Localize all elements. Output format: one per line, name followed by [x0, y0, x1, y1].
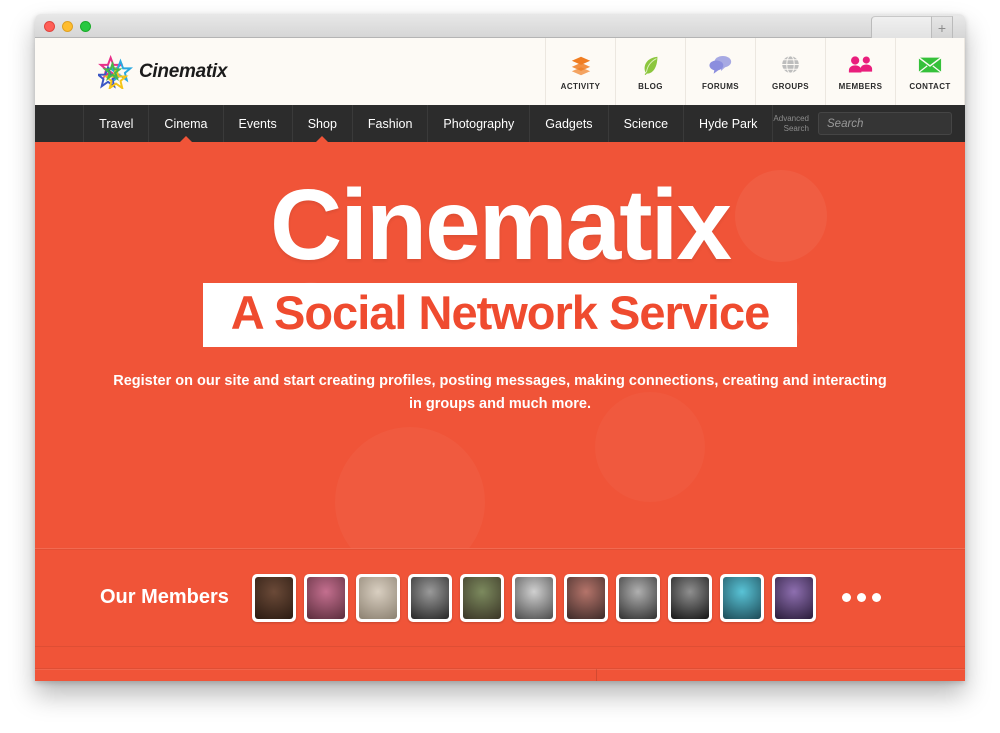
search-input[interactable] [819, 117, 965, 130]
nav-left-spacer [35, 105, 85, 142]
close-button[interactable] [44, 21, 55, 32]
new-tab-button[interactable]: + [931, 16, 953, 38]
bokeh-circle [335, 427, 485, 548]
globe-icon [780, 53, 801, 77]
avatar-image-2 [306, 576, 345, 619]
nav-item-gadgets[interactable]: Gadgets [530, 105, 609, 142]
nav-item-shop[interactable]: Shop [293, 105, 353, 142]
people-icon [848, 53, 873, 77]
header-nav-label: BLOG [638, 81, 663, 91]
nav-item-hyde-park[interactable]: Hyde Park [684, 105, 774, 142]
advanced-search-line1: Advanced [773, 113, 809, 123]
nav-search-area: Advanced Search [773, 105, 965, 142]
avatar-image-10 [722, 576, 761, 619]
header-nav-label: CONTACT [909, 81, 951, 91]
avatar-image-3 [358, 576, 397, 619]
header-nav-forums[interactable]: FORUMS [685, 38, 755, 105]
header-nav-activity[interactable]: ACTIVITY [545, 38, 615, 105]
header-nav-label: GROUPS [771, 81, 810, 91]
member-avatar[interactable] [303, 573, 348, 622]
header-nav-contact[interactable]: CONTACT [895, 38, 965, 105]
hero-slider: Cinematix A Social Network Service Regis… [35, 142, 965, 548]
member-avatar[interactable] [251, 573, 296, 622]
nav-item-fashion[interactable]: Fashion [353, 105, 429, 142]
hero-subtitle-band: A Social Network Service [202, 283, 798, 347]
header-nav-members[interactable]: MEMBERS [825, 38, 895, 105]
hero-subtitle: A Social Network Service [230, 286, 771, 339]
member-avatar[interactable] [719, 573, 764, 622]
main-navigation: Travel Cinema Events Shop Fashion Photog… [35, 105, 965, 142]
search-box [818, 112, 965, 135]
avatar-image-5 [462, 576, 501, 619]
leaf-icon [640, 53, 662, 77]
browser-window: + Cinematix ACTIVITY BLOG FORUMS GROUPS … [35, 14, 965, 681]
tab-strip: + [871, 16, 965, 38]
header-nav-label: MEMBERS [838, 81, 883, 91]
browser-tab[interactable] [871, 16, 931, 38]
advanced-search-line2: Search [783, 123, 809, 133]
member-avatar[interactable] [771, 573, 816, 622]
header-nav-label: FORUMS [701, 81, 740, 91]
header-nav-groups[interactable]: GROUPS [755, 38, 825, 105]
avatar-image-1 [254, 576, 293, 619]
header-nav-label: ACTIVITY [560, 81, 601, 91]
member-avatar[interactable] [407, 573, 452, 622]
tabstrip-edge [953, 16, 965, 38]
members-section: Our Members [35, 548, 965, 646]
window-controls [44, 21, 91, 32]
member-avatar[interactable] [459, 573, 504, 622]
member-avatar[interactable] [615, 573, 660, 622]
page-root: + Cinematix ACTIVITY BLOG FORUMS GROUPS … [0, 0, 1000, 733]
layers-icon [570, 53, 592, 77]
minimize-button[interactable] [62, 21, 73, 32]
hero-title: Cinematix [270, 169, 732, 281]
window-titlebar: + [35, 14, 965, 38]
avatar-image-7 [566, 576, 605, 619]
below-members-strip [35, 646, 965, 668]
header-nav-blog[interactable]: BLOG [615, 38, 685, 105]
avatar-image-6 [514, 576, 553, 619]
star-logo-icon [95, 54, 134, 90]
header-icon-nav: ACTIVITY BLOG FORUMS GROUPS MEMBERS CONT… [545, 38, 965, 105]
nav-item-photography[interactable]: Photography [428, 105, 531, 142]
envelope-icon [918, 53, 942, 77]
avatar-image-11 [774, 576, 813, 619]
site-logo[interactable]: Cinematix [35, 38, 227, 105]
nav-item-travel[interactable]: Travel [84, 105, 150, 142]
avatar-image-9 [670, 576, 709, 619]
footer-column-left [35, 669, 597, 681]
members-avatar-list [251, 573, 881, 622]
footer-column-right [597, 669, 965, 681]
avatar-image-8 [618, 576, 657, 619]
nav-item-science[interactable]: Science [609, 105, 685, 142]
member-avatar[interactable] [355, 573, 400, 622]
advanced-search-link[interactable]: Advanced Search [773, 114, 809, 134]
hero-description: Register on our site and start creating … [113, 372, 887, 412]
member-avatar[interactable] [511, 573, 556, 622]
member-avatar[interactable] [667, 573, 712, 622]
member-avatar[interactable] [563, 573, 608, 622]
more-members-ellipsis-icon[interactable] [841, 593, 881, 602]
avatar-image-4 [410, 576, 449, 619]
speech-bubbles-icon [708, 53, 733, 77]
maximize-button[interactable] [80, 21, 91, 32]
members-title: Our Members [100, 586, 229, 608]
footer-columns-strip [35, 668, 965, 681]
hero-content: Cinematix A Social Network Service Regis… [35, 142, 965, 416]
nav-item-cinema[interactable]: Cinema [149, 105, 224, 142]
nav-item-events[interactable]: Events [224, 105, 293, 142]
site-header: Cinematix ACTIVITY BLOG FORUMS GROUPS ME… [35, 38, 965, 105]
logo-text: Cinematix [139, 60, 228, 82]
